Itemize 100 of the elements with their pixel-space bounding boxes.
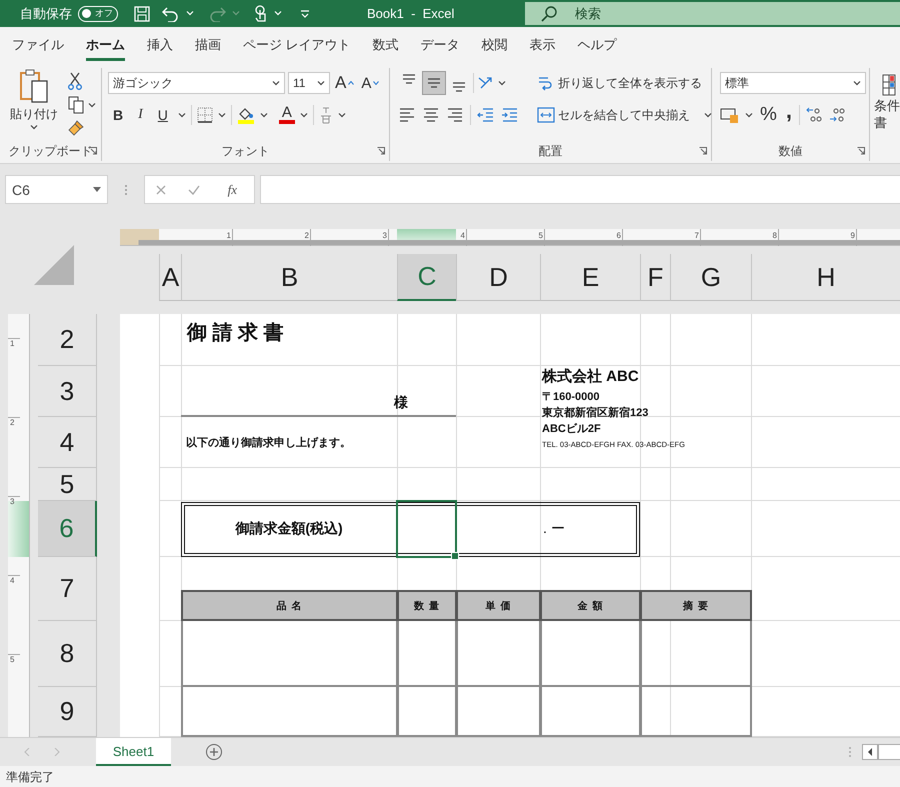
column-header[interactable]: G: [670, 254, 751, 301]
column-header[interactable]: C: [397, 254, 456, 301]
underline-button[interactable]: U: [152, 104, 173, 126]
add-sheet-icon[interactable]: [205, 743, 223, 761]
decrease-indent-icon[interactable]: [477, 107, 495, 123]
column-header[interactable]: B: [181, 254, 397, 301]
ruler-number: 4: [389, 229, 467, 246]
bold-button[interactable]: B: [108, 104, 128, 126]
ribbon-tab[interactable]: 表示: [530, 32, 556, 60]
caret-icon[interactable]: [853, 80, 861, 86]
ribbon-tab[interactable]: データ: [420, 32, 460, 60]
percent-button[interactable]: %: [758, 104, 779, 126]
row-header[interactable]: 4: [38, 417, 97, 468]
table-header-cell: 金 額: [540, 590, 641, 621]
font-size-select[interactable]: 11: [288, 72, 330, 94]
wrap-text-button[interactable]: 折り返して全体を表示する: [535, 72, 714, 94]
sheet-tab[interactable]: Sheet1: [96, 738, 171, 766]
table-header-cell: 数 量: [397, 590, 457, 621]
accounting-format-icon[interactable]: [720, 106, 740, 124]
comma-style-button[interactable]: ,: [784, 104, 794, 126]
autosave-label: 自動保存: [20, 4, 72, 22]
caret-icon[interactable]: [498, 80, 506, 86]
caret-icon[interactable]: [704, 112, 712, 118]
save-icon[interactable]: [134, 6, 150, 22]
ruler-number: 8: [701, 229, 779, 246]
caret-icon[interactable]: [88, 102, 96, 108]
vertical-align-icon[interactable]: [423, 72, 445, 94]
horizontal-align-icon[interactable]: [422, 106, 440, 124]
fill-color-icon[interactable]: [236, 106, 255, 124]
caret-icon[interactable]: [260, 112, 268, 118]
column-header[interactable]: H: [751, 254, 900, 301]
row-header[interactable]: 8: [38, 621, 97, 687]
row-header[interactable]: 6: [38, 501, 97, 557]
column-header[interactable]: E: [540, 254, 640, 301]
touch-mode-icon[interactable]: [254, 4, 268, 22]
shrink-font-button[interactable]: A: [359, 72, 382, 94]
ribbon-tab[interactable]: ファイル: [12, 32, 64, 60]
amount-value: . ー: [542, 520, 566, 538]
row-header[interactable]: 2: [38, 314, 97, 366]
undo-icon[interactable]: [162, 6, 180, 22]
clipboard-icon: [19, 68, 49, 104]
row-header[interactable]: 7: [38, 557, 97, 621]
number-format-select[interactable]: 標準: [720, 72, 866, 94]
column-header[interactable]: D: [456, 254, 540, 301]
paste-button[interactable]: 貼り付け: [8, 68, 60, 141]
phonetic-guide-icon[interactable]: [318, 106, 333, 124]
horizontal-align-icon[interactable]: [398, 106, 416, 124]
grow-font-button[interactable]: A: [333, 72, 356, 94]
ribbon-tab[interactable]: 挿入: [147, 32, 173, 60]
borders-icon[interactable]: [196, 107, 213, 123]
window-title: Book1 - Excel: [367, 6, 454, 21]
conditional-format-icon[interactable]: [882, 74, 896, 96]
font-name-select[interactable]: 游ゴシック: [108, 72, 285, 94]
decrease-decimal-icon[interactable]: [828, 106, 846, 124]
search-field[interactable]: 検索: [525, 2, 900, 25]
dialog-launcher-icon[interactable]: [377, 147, 385, 155]
copy-icon[interactable]: [68, 96, 84, 114]
search-icon: [541, 6, 557, 22]
horizontal-scrollbar: [878, 744, 900, 760]
ruler-number: 6: [545, 229, 623, 246]
amount-label: 御請求金額(税込): [235, 520, 343, 538]
brush-icon[interactable]: [68, 120, 84, 136]
ruler-number: 5: [467, 229, 545, 246]
increase-decimal-icon[interactable]: [805, 106, 824, 124]
dialog-launcher-icon[interactable]: [857, 147, 865, 155]
italic-button[interactable]: I: [133, 104, 148, 126]
caret-down-icon: [373, 81, 380, 85]
column-header[interactable]: F: [640, 254, 670, 301]
horizontal-align-icon[interactable]: [446, 106, 464, 124]
ribbon-tab[interactable]: ヘルプ: [578, 32, 617, 60]
autosave-toggle[interactable]: オフ: [78, 6, 118, 22]
font-color-button[interactable]: A: [278, 106, 295, 124]
insert-function-button[interactable]: fx: [222, 180, 244, 198]
caret-icon[interactable]: [272, 80, 280, 86]
customize-icon[interactable]: [300, 10, 310, 18]
caret-icon[interactable]: [338, 112, 346, 118]
caret-icon[interactable]: [745, 112, 753, 118]
ribbon-tab[interactable]: 数式: [372, 32, 399, 60]
caret-icon[interactable]: [178, 112, 186, 118]
ribbon-tab[interactable]: ページ レイアウト: [243, 32, 351, 60]
ribbon-tab[interactable]: 校閲: [482, 32, 508, 60]
column-header[interactable]: A: [159, 254, 181, 301]
dialog-launcher-icon[interactable]: [699, 147, 707, 155]
caret-icon[interactable]: [30, 125, 38, 130]
row-header[interactable]: 3: [38, 366, 97, 417]
caret-icon[interactable]: [317, 80, 325, 86]
caret-icon[interactable]: [93, 187, 101, 192]
caret-icon[interactable]: [218, 112, 226, 118]
scissors-icon[interactable]: [68, 72, 82, 90]
name-box[interactable]: C6: [5, 175, 108, 204]
ruler-number: 9: [779, 229, 857, 246]
merge-center-button[interactable]: セルを結合して中央揃え: [535, 104, 714, 126]
row-header[interactable]: 5: [38, 468, 97, 501]
formula-input[interactable]: [260, 175, 900, 204]
company-name: 株式会社 ABC: [542, 367, 640, 387]
caret-icon[interactable]: [300, 112, 308, 118]
dialog-launcher-icon[interactable]: [89, 147, 97, 155]
increase-indent-icon[interactable]: [501, 107, 519, 123]
ribbon-tab[interactable]: 描画: [195, 32, 221, 60]
row-header[interactable]: 9: [38, 687, 97, 737]
